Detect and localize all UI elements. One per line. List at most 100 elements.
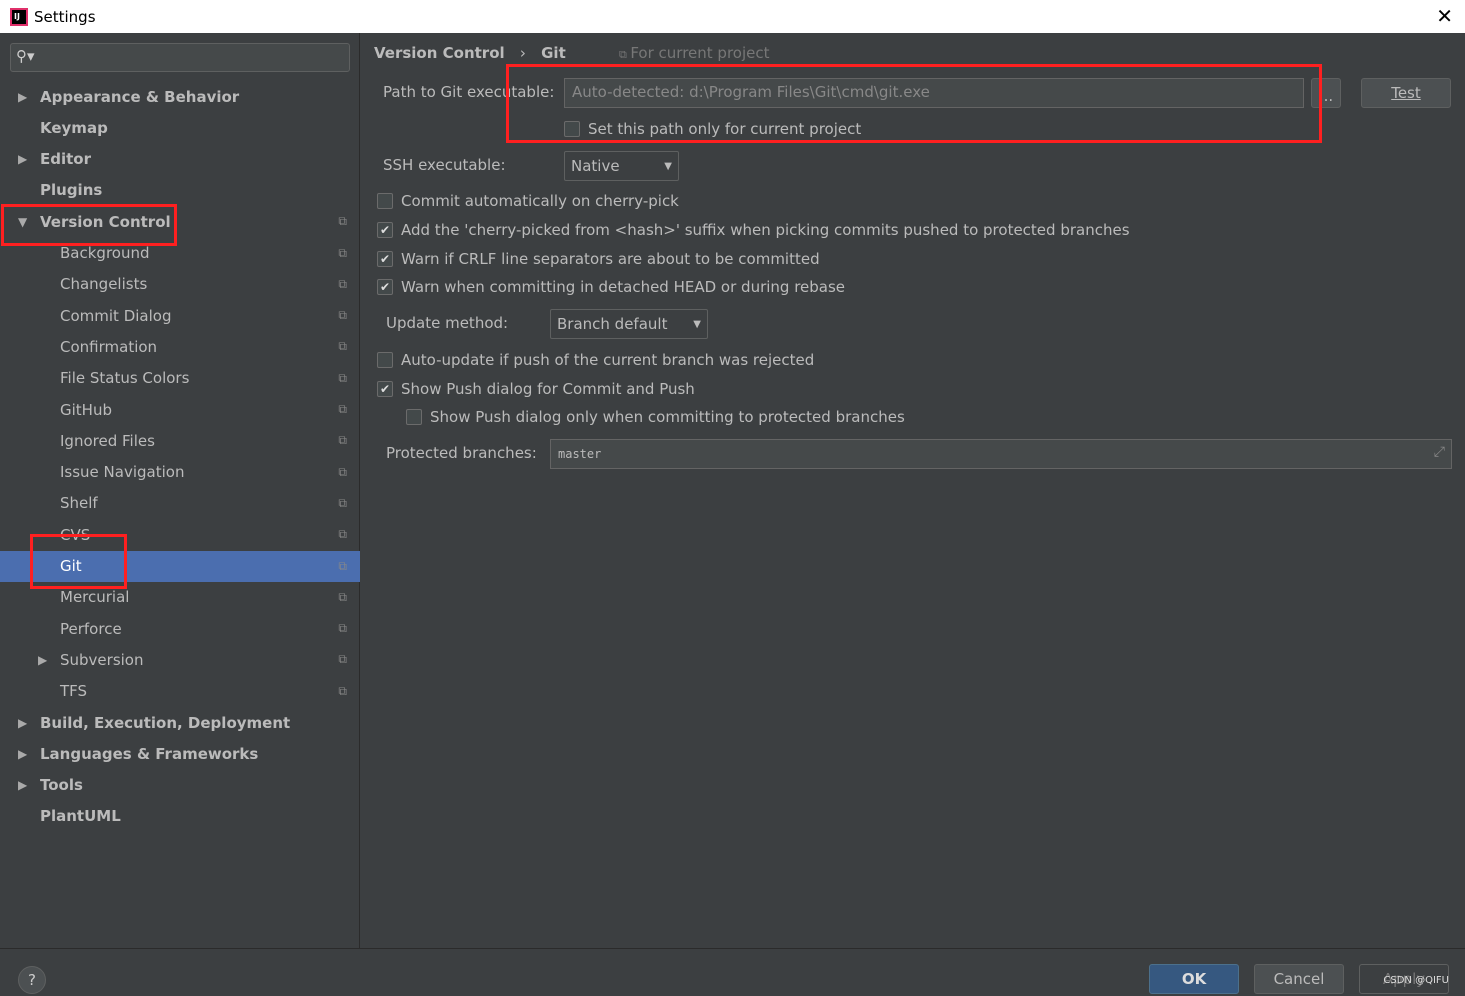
- chevron-right-icon[interactable]: ▶: [38, 653, 47, 667]
- project-scope-icon: ⧉: [338, 245, 347, 260]
- sidebar-item-label: Changelists: [60, 275, 148, 294]
- browse-button[interactable]: ...: [1311, 78, 1341, 108]
- option-checkbox[interactable]: [406, 409, 422, 425]
- dropdown-arrow-icon: ▼: [664, 160, 672, 172]
- window-title: Settings: [34, 7, 96, 26]
- sidebar-item-label: Mercurial: [60, 588, 130, 607]
- option-row: Show Push dialog only when committing to…: [406, 408, 905, 426]
- sidebar-item-confirmation[interactable]: Confirmation ⧉: [0, 331, 360, 362]
- dialog-footer: ? OK Cancel Apply CSDN @QIFU: [0, 948, 1465, 996]
- project-scope-icon: ⧉: [338, 652, 347, 667]
- settings-search-input[interactable]: ⚲▾: [10, 43, 350, 72]
- search-icon: ⚲▾: [16, 47, 35, 65]
- ok-button[interactable]: OK: [1149, 964, 1239, 994]
- project-scope-icon: ⧉: [338, 339, 347, 354]
- sidebar-item-version-control[interactable]: ▼ Version Control ⧉: [0, 206, 360, 237]
- sidebar-item-commit-dialog[interactable]: Commit Dialog ⧉: [0, 300, 360, 331]
- sidebar-item-label: Languages & Frameworks: [40, 744, 259, 763]
- option-label: Show Push dialog only when committing to…: [430, 408, 905, 426]
- sidebar-item-perforce[interactable]: Perforce ⧉: [0, 613, 360, 644]
- protected-branches-input[interactable]: master ⤢: [550, 439, 1452, 469]
- project-scope-icon: ⧉: [338, 402, 347, 416]
- sidebar-item-label: File Status Colors: [60, 369, 190, 388]
- option-label: Add the 'cherry-picked from <hash>' suff…: [401, 221, 1130, 239]
- project-scope-icon: ⧉: [338, 214, 347, 229]
- sidebar-item-changelists[interactable]: Changelists ⧉: [0, 269, 360, 300]
- sidebar-item-mercurial[interactable]: Mercurial ⧉: [0, 582, 360, 613]
- sidebar-item-editor[interactable]: ▶ Editor: [0, 144, 360, 175]
- sidebar-item-build-execution-deployment[interactable]: ▶ Build, Execution, Deployment: [0, 707, 360, 738]
- project-scope-icon: ⧉: [338, 589, 347, 604]
- sidebar-item-background[interactable]: Background ⧉: [0, 238, 360, 269]
- sidebar-item-github[interactable]: GitHub ⧉: [0, 394, 360, 425]
- option-label: Commit automatically on cherry-pick: [401, 192, 679, 210]
- sidebar-item-label: TFS: [60, 682, 88, 701]
- project-scope-icon: ⧉: [338, 276, 347, 291]
- intellij-logo-icon: IJ: [10, 7, 28, 26]
- sidebar-item-issue-navigation[interactable]: Issue Navigation ⧉: [0, 457, 360, 488]
- option-checkbox[interactable]: ✔: [377, 279, 393, 295]
- path-only-project-option: Set this path only for current project: [564, 120, 861, 138]
- breadcrumb-parent[interactable]: Version Control: [374, 44, 505, 62]
- option-checkbox[interactable]: [377, 193, 393, 209]
- option-row: ✔ Add the 'cherry-picked from <hash>' suf…: [377, 221, 1130, 239]
- expand-icon[interactable]: ⤢: [1434, 444, 1445, 460]
- test-button[interactable]: Test: [1361, 78, 1451, 108]
- update-method-select[interactable]: Branch default ▼: [550, 309, 708, 339]
- sidebar-item-languages-frameworks[interactable]: ▶ Languages & Frameworks: [0, 738, 360, 769]
- sidebar-item-label: Version Control: [40, 212, 171, 231]
- sidebar-item-label: Confirmation: [60, 337, 158, 356]
- sidebar-item-shelf[interactable]: Shelf ⧉: [0, 488, 360, 519]
- cancel-button[interactable]: Cancel: [1254, 964, 1344, 994]
- option-checkbox[interactable]: ✔: [377, 381, 393, 397]
- project-scope-icon: ⧉: [338, 683, 347, 698]
- project-scope-icon: ⧉: [338, 370, 347, 385]
- sidebar-item-label: GitHub: [60, 400, 112, 419]
- close-icon[interactable]: ✕: [1436, 4, 1453, 28]
- sidebar-item-label: Build, Execution, Deployment: [40, 713, 291, 732]
- option-checkbox[interactable]: ✔: [377, 222, 393, 238]
- path-only-project-checkbox[interactable]: [564, 121, 580, 137]
- project-scope-icon: ⧉: [338, 558, 347, 573]
- sidebar-item-label: Background: [60, 244, 150, 262]
- sidebar-item-ignored-files[interactable]: Ignored Files ⧉: [0, 425, 360, 456]
- chevron-down-icon[interactable]: ▼: [18, 215, 27, 229]
- sidebar-item-tools[interactable]: ▶ Tools: [0, 770, 360, 801]
- option-checkbox[interactable]: ✔: [377, 251, 393, 267]
- project-scope-icon: ⧉: [338, 527, 347, 542]
- sidebar-item-keymap[interactable]: Keymap: [0, 112, 360, 143]
- project-scope-icon: ⧉: [618, 48, 631, 61]
- help-button[interactable]: ?: [18, 966, 46, 994]
- option-checkbox[interactable]: [377, 352, 393, 368]
- sidebar-item-tfs[interactable]: TFS ⧉: [0, 676, 360, 707]
- sidebar-item-plantuml[interactable]: PlantUML: [0, 801, 360, 832]
- chevron-right-icon[interactable]: ▶: [18, 152, 27, 166]
- git-path-input[interactable]: Auto-detected: d:\Program Files\Git\cmd\…: [564, 78, 1304, 108]
- option-label: Warn if CRLF line separators are about t…: [401, 250, 820, 268]
- breadcrumb: Version Control › Git ⧉ For current proj…: [374, 44, 770, 62]
- project-scope-icon: ⧉: [338, 308, 347, 323]
- breadcrumb-current: Git: [541, 44, 566, 62]
- sidebar-item-plugins[interactable]: Plugins: [0, 175, 360, 206]
- sidebar-item-label: Keymap: [40, 118, 108, 137]
- chevron-right-icon[interactable]: ▶: [18, 778, 27, 792]
- project-scope-icon: ⧉: [338, 621, 347, 636]
- dropdown-arrow-icon: ▼: [693, 318, 701, 330]
- option-label: Auto-update if push of the current branc…: [401, 351, 815, 369]
- protected-branches-label: Protected branches:: [386, 444, 537, 462]
- sidebar-item-git[interactable]: Git ⧉: [0, 550, 360, 582]
- sidebar-item-file-status-colors[interactable]: File Status Colors ⧉: [0, 363, 360, 394]
- ssh-select[interactable]: Native ▼: [564, 151, 679, 181]
- chevron-right-icon[interactable]: ▶: [18, 90, 27, 104]
- sidebar-item-label: Editor: [40, 150, 91, 169]
- sidebar-item-appearance-behavior[interactable]: ▶ Appearance & Behavior: [0, 81, 360, 112]
- sidebar-item-label: CVS: [60, 525, 91, 544]
- sidebar-item-subversion[interactable]: ▶ Subversion ⧉: [0, 644, 360, 675]
- chevron-right-icon[interactable]: ▶: [18, 747, 27, 761]
- sidebar-item-cvs[interactable]: CVS ⧉: [0, 519, 360, 550]
- sidebar-item-label: Commit Dialog: [60, 306, 172, 325]
- option-row: ✔ Warn when committing in detached HEAD o…: [377, 278, 845, 296]
- project-scope-icon: ⧉: [338, 433, 347, 448]
- chevron-right-icon[interactable]: ▶: [18, 716, 27, 730]
- sidebar-item-label: Plugins: [40, 181, 103, 200]
